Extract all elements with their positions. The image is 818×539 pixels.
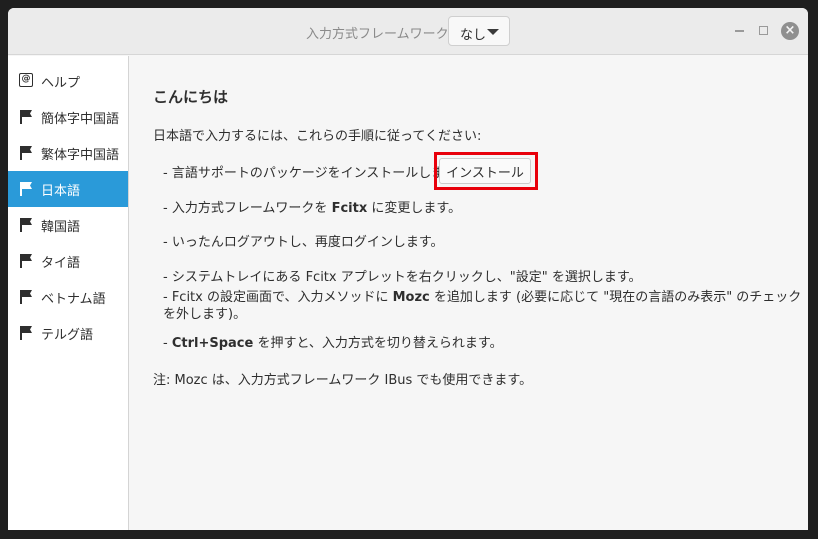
- sidebar-item-label: 日本語: [41, 184, 81, 199]
- step-text: に変更します。: [367, 201, 462, 216]
- framework-label: 入力方式フレームワーク:: [306, 27, 453, 42]
- sidebar-item-thai[interactable]: タイ語: [8, 243, 128, 279]
- flag-icon: [19, 289, 33, 305]
- content-pane: こんにちは 日本語で入力するには、これらの手順に従ってください: - 言語サポー…: [130, 56, 808, 530]
- step-text: - Fcitx の設定画面で、入力メソッドに: [163, 290, 393, 305]
- note-text: 注: Mozc は、入力方式フレームワーク IBus でも使用できます。: [153, 373, 533, 388]
- step-relogin: - いったんログアウトし、再度ログインします。: [163, 235, 444, 250]
- framework-name: Fcitx: [331, 201, 368, 216]
- sidebar-item-japanese[interactable]: 日本語: [8, 171, 128, 207]
- titlebar: 入力方式フレームワーク: なし ×: [8, 8, 808, 55]
- install-button[interactable]: インストール: [439, 158, 531, 184]
- flag-icon: [19, 181, 33, 197]
- framework-select-value: なし: [460, 28, 487, 43]
- flag-icon: [19, 109, 33, 125]
- help-icon: @: [19, 73, 33, 89]
- sidebar-item-label: 簡体字中国語: [41, 112, 120, 127]
- step-change-framework: - 入力方式フレームワークを Fcitx に変更します。: [163, 197, 461, 216]
- step-switch-shortcut: - Ctrl+Space を押すと、入力方式を切り替えられます。: [163, 332, 503, 351]
- sidebar-item-label: ヘルプ: [41, 76, 81, 91]
- step-install-text: - 言語サポートのパッケージをインストールします:: [163, 166, 462, 181]
- sidebar-item-simplified-chinese[interactable]: 簡体字中国語: [8, 99, 128, 135]
- step-add-mozc: - Fcitx の設定画面で、入力メソッドに Mozc を追加します (必要に応…: [163, 289, 803, 323]
- flag-icon: [19, 253, 33, 269]
- sidebar-item-telugu[interactable]: テルグ語: [8, 315, 128, 351]
- input-method-name: Mozc: [392, 290, 430, 305]
- framework-select[interactable]: なし: [448, 16, 510, 46]
- sidebar-item-label: 韓国語: [41, 220, 81, 235]
- flag-icon: [19, 145, 33, 161]
- flag-icon: [19, 325, 33, 341]
- sidebar-item-korean[interactable]: 韓国語: [8, 207, 128, 243]
- chevron-down-icon: [487, 29, 499, 35]
- sidebar-item-traditional-chinese[interactable]: 繁体字中国語: [8, 135, 128, 171]
- language-sidebar: @ ヘルプ 簡体字中国語 繁体字中国語 日本語 韓国語 タイ語 ベトナム語 テル…: [8, 56, 129, 530]
- minimize-icon[interactable]: [735, 30, 744, 32]
- shortcut-keys: Ctrl+Space: [171, 336, 254, 351]
- sidebar-item-label: 繁体字中国語: [41, 148, 120, 163]
- step-text: -: [163, 336, 172, 351]
- sidebar-item-vietnamese[interactable]: ベトナム語: [8, 279, 128, 315]
- step-text: - 入力方式フレームワークを: [163, 201, 332, 216]
- close-icon[interactable]: ×: [781, 22, 799, 40]
- flag-icon: [19, 217, 33, 233]
- intro-text: 日本語で入力するには、これらの手順に従ってください:: [153, 129, 482, 144]
- step-text: を押すと、入力方式を切り替えられます。: [253, 336, 503, 351]
- sidebar-item-label: テルグ語: [41, 328, 94, 343]
- sidebar-item-help[interactable]: @ ヘルプ: [8, 63, 128, 99]
- page-title: こんにちは: [153, 88, 229, 106]
- maximize-icon[interactable]: [759, 26, 768, 35]
- sidebar-item-label: タイ語: [41, 256, 81, 271]
- step-tray-config: - システムトレイにある Fcitx アプレットを右クリックし、"設定" を選択…: [163, 270, 642, 285]
- input-method-window: 入力方式フレームワーク: なし × @ ヘルプ 簡体字中国語 繁体字中国語 日本…: [8, 8, 808, 530]
- sidebar-item-label: ベトナム語: [41, 292, 106, 307]
